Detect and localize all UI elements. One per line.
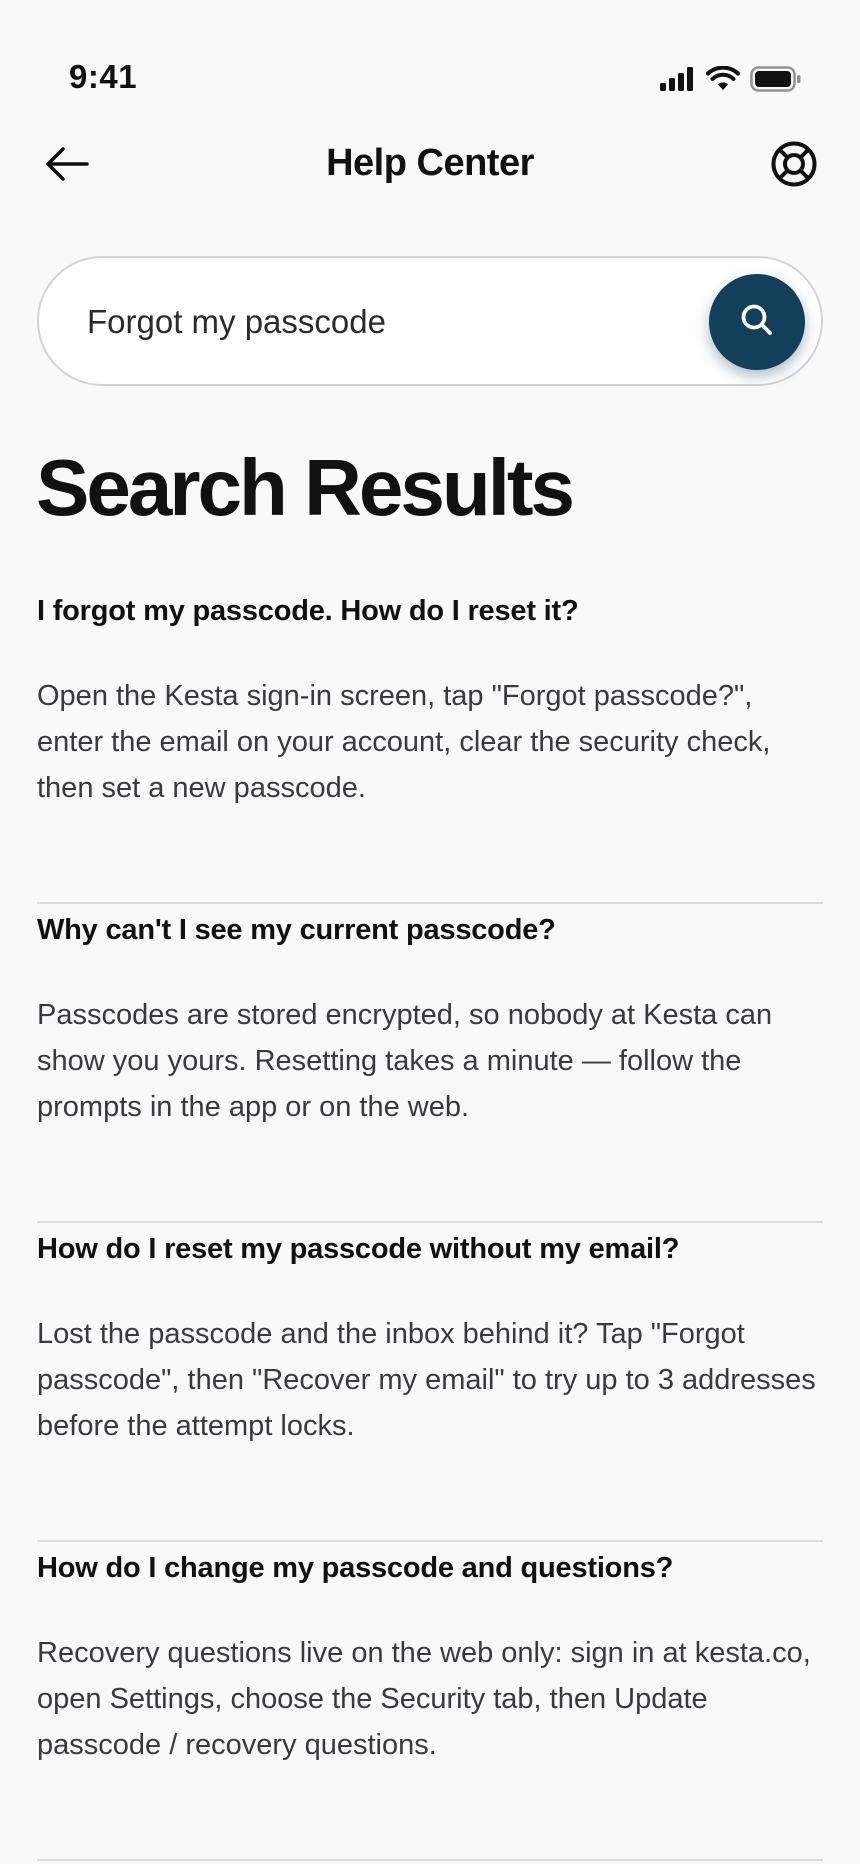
result-item[interactable]: I forgot my passcode. How do I reset it?…	[37, 585, 823, 904]
result-item[interactable]: How do I reset my passcode without my em…	[37, 1223, 823, 1542]
nav-bar: Help Center	[0, 130, 860, 200]
result-question: I forgot my passcode. How do I reset it?	[37, 595, 579, 627]
result-item[interactable]: How do I change my passcode and question…	[37, 1542, 823, 1861]
page-title: Help Center	[326, 142, 534, 184]
search-input[interactable]	[87, 292, 687, 352]
search-bar	[37, 256, 823, 386]
result-answer: Lost the passcode and the inbox behind i…	[37, 1318, 816, 1442]
search-button[interactable]	[709, 274, 805, 370]
result-question: How do I reset my passcode without my em…	[37, 1233, 680, 1265]
result-answer: Open the Kesta sign-in screen, tap "Forg…	[37, 680, 771, 804]
result-question: How do I change my passcode and question…	[37, 1552, 674, 1584]
status-bar: 9:41	[0, 0, 860, 110]
results-list: I forgot my passcode. How do I reset it?…	[37, 585, 823, 1861]
cellular-signal-icon	[660, 67, 696, 96]
result-question: Why can't I see my current passcode?	[37, 914, 556, 946]
result-answer: Recovery questions live on the web only:…	[37, 1637, 811, 1761]
lifebuoy-icon	[770, 140, 818, 193]
wifi-icon	[706, 65, 740, 97]
help-support-button[interactable]	[764, 136, 824, 196]
result-answer: Passcodes are stored encrypted, so nobod…	[37, 999, 773, 1123]
status-icons	[660, 65, 802, 97]
battery-icon	[750, 66, 802, 97]
result-item[interactable]: Why can't I see my current passcode? Pas…	[37, 904, 823, 1223]
search-icon	[739, 302, 775, 343]
results-heading: Search Results	[36, 443, 575, 532]
status-time: 9:41	[69, 58, 138, 95]
